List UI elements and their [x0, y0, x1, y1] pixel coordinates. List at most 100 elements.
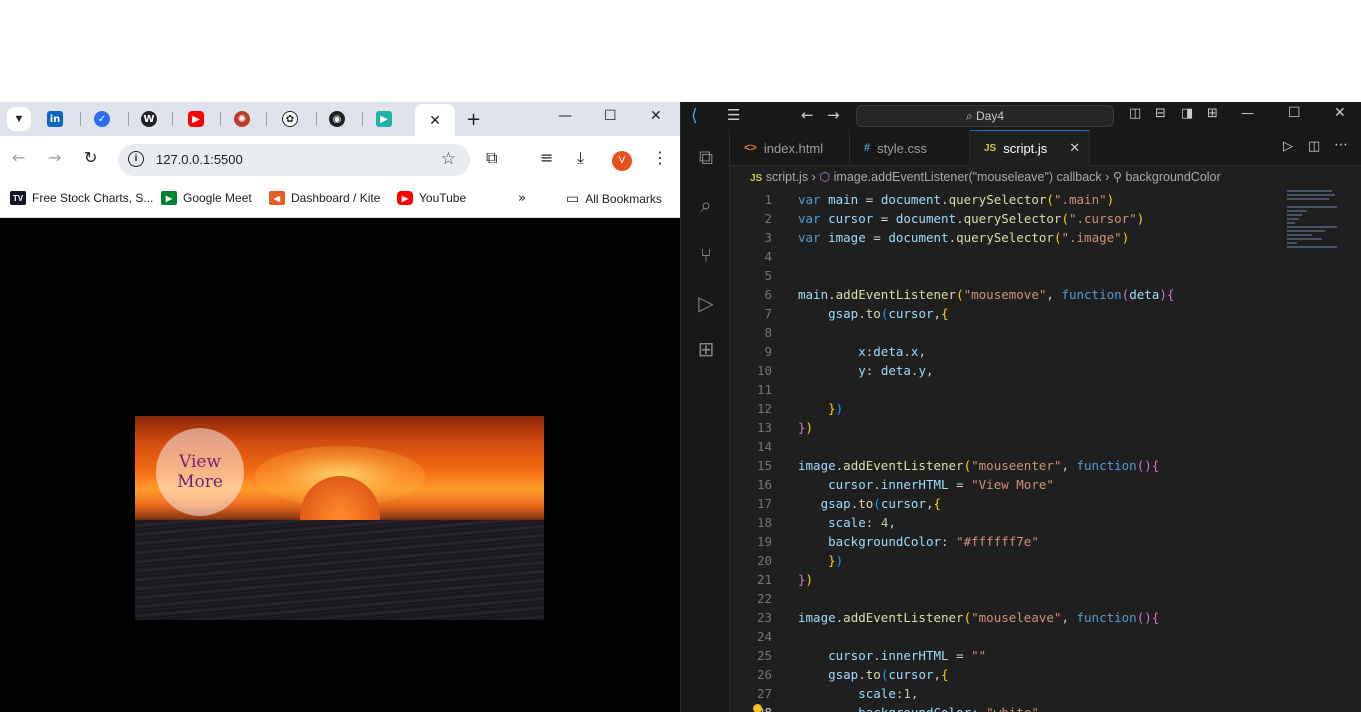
- close-window-button[interactable]: ✕: [650, 108, 662, 124]
- github-icon: ◉: [329, 111, 345, 127]
- tradingview-icon: TV: [10, 191, 26, 205]
- pinned-tab-2[interactable]: ✓: [94, 110, 110, 128]
- tab-separator: [362, 112, 363, 126]
- nav-forward-icon[interactable]: →: [827, 106, 840, 124]
- breadcrumb-file[interactable]: script.js: [766, 170, 808, 184]
- line-number: 18: [756, 515, 772, 530]
- media-controls-icon[interactable]: ≡: [540, 148, 553, 167]
- back-button[interactable]: ←: [12, 148, 25, 167]
- pinned-tab-chatgpt[interactable]: ✿: [282, 110, 298, 128]
- menu-hamburger-icon[interactable]: ☰: [727, 106, 740, 124]
- pinned-tab-linkedin[interactable]: in: [47, 110, 63, 128]
- tab-style-css[interactable]: # style.css: [850, 130, 970, 166]
- chatgpt-icon: ✿: [282, 111, 298, 127]
- pinned-tab-5[interactable]: ✺: [234, 110, 250, 128]
- line-number: 28: [730, 705, 772, 712]
- run-file-icon[interactable]: ▷: [1283, 139, 1293, 154]
- bookmark-item[interactable]: ◀ Dashboard / Kite: [269, 191, 380, 205]
- line-number: 7: [764, 306, 772, 321]
- line-number: 19: [756, 534, 772, 549]
- nav-back-icon[interactable]: ←: [801, 106, 814, 124]
- vscode-titlebar: ⟨ ☰ ← → ⌕ Day4 ◫ ⊟ ◨ ⊞ — ☐ ✕: [681, 102, 1361, 130]
- chevron-right-icon: ›: [811, 170, 816, 184]
- bookmark-item[interactable]: ▶ Google Meet: [161, 191, 252, 205]
- minimize-button[interactable]: —: [558, 108, 572, 124]
- line-number: 16: [756, 477, 772, 492]
- bookmark-item[interactable]: TV Free Stock Charts, S...: [10, 191, 153, 205]
- tab-label: script.js: [1003, 141, 1048, 156]
- code-editor[interactable]: 1 2 3 4 5 6 7 8 9 10 11 12 13 14 15 16 17 18 19 20 21 22 23 24 2…: [730, 188, 1361, 712]
- close-window-button[interactable]: ✕: [1334, 105, 1346, 121]
- toggle-sidebar-icon[interactable]: ◫: [1129, 106, 1141, 121]
- line-number: 21: [756, 572, 772, 587]
- forward-button[interactable]: →: [48, 148, 61, 167]
- site-info-icon[interactable]: i: [128, 151, 144, 167]
- tab-index-html[interactable]: <> index.html: [730, 130, 850, 166]
- custom-cursor: View More: [156, 428, 244, 516]
- toggle-panel-icon[interactable]: ⊟: [1155, 106, 1166, 121]
- line-number: 15: [756, 458, 772, 473]
- browser-window: ▼ in ✓ W ▶ ✺ ✿ ◉ ▶ ✕ + — ☐ ✕ ← → ↻ i 127…: [0, 102, 680, 712]
- code-line: gsap.to(cursor,{: [820, 496, 942, 511]
- bookmark-label: Google Meet: [183, 191, 252, 205]
- line-number: 9: [764, 344, 772, 359]
- menu-kebab-icon[interactable]: ⋮: [652, 148, 668, 167]
- close-tab-icon[interactable]: ✕: [429, 112, 441, 129]
- extensions-icon[interactable]: ⧉: [486, 148, 497, 168]
- explorer-icon[interactable]: ⧉: [693, 144, 719, 170]
- toggle-secondary-sidebar-icon[interactable]: ◨: [1181, 106, 1193, 121]
- pinned-tab-youtube[interactable]: ▶: [188, 110, 204, 128]
- emblem-icon: ✺: [234, 111, 250, 127]
- line-number: 8: [764, 325, 772, 340]
- tab-script-js[interactable]: JS script.js ✕: [970, 130, 1090, 166]
- bookmark-star-icon[interactable]: ☆: [441, 149, 456, 169]
- tab-search-button[interactable]: ▼: [7, 107, 31, 131]
- maximize-button[interactable]: ☐: [604, 108, 617, 124]
- lightbulb-icon[interactable]: [753, 704, 762, 712]
- search-icon[interactable]: ⌕: [693, 192, 719, 218]
- address-bar[interactable]: i 127.0.0.1:5500 ☆: [118, 144, 470, 176]
- source-control-icon[interactable]: ⑂: [693, 242, 719, 268]
- line-number: 24: [756, 629, 772, 644]
- all-bookmarks-button[interactable]: ▭ All Bookmarks: [566, 191, 662, 207]
- bookmark-item[interactable]: ▶ YouTube: [397, 191, 466, 205]
- active-tab[interactable]: ✕: [415, 104, 455, 136]
- pinned-tab-3[interactable]: W: [141, 110, 157, 128]
- url-text[interactable]: 127.0.0.1:5500: [156, 152, 243, 167]
- bookmark-label: YouTube: [419, 191, 467, 205]
- pinned-tab-play[interactable]: ▶: [376, 110, 392, 128]
- breadcrumb-scope[interactable]: image.addEventListener("mouseleave") cal…: [834, 170, 1102, 184]
- line-number: 26: [756, 667, 772, 682]
- meet-icon: ▶: [161, 191, 177, 205]
- line-number: 4: [764, 249, 772, 264]
- line-number: 11: [756, 382, 772, 397]
- more-actions-icon[interactable]: ⋯: [1334, 137, 1348, 153]
- close-tab-icon[interactable]: ✕: [1069, 141, 1080, 156]
- line-number: 2: [764, 211, 772, 226]
- sunset-image[interactable]: View More: [135, 416, 544, 620]
- new-tab-button[interactable]: +: [466, 109, 481, 130]
- sea: [135, 520, 544, 620]
- minimap[interactable]: [1287, 188, 1347, 258]
- tab-separator: [316, 112, 317, 126]
- minimize-button[interactable]: —: [1241, 106, 1254, 121]
- line-number: 20: [756, 553, 772, 568]
- code-line: }): [828, 553, 844, 568]
- run-debug-icon[interactable]: ▷: [693, 290, 719, 316]
- bookmarks-overflow-button[interactable]: »: [518, 191, 526, 206]
- command-center[interactable]: ⌕ Day4: [856, 105, 1114, 127]
- maximize-button[interactable]: ☐: [1288, 105, 1301, 121]
- wordpress-icon: W: [141, 111, 157, 127]
- downloads-icon[interactable]: ⤓: [577, 148, 584, 168]
- profile-avatar[interactable]: V: [612, 151, 632, 171]
- extensions-icon[interactable]: ⊞: [693, 336, 719, 362]
- reload-button[interactable]: ↻: [84, 148, 97, 167]
- pinned-tab-github[interactable]: ◉: [329, 110, 345, 128]
- folder-icon: ▭: [566, 191, 580, 207]
- breadcrumb-property[interactable]: backgroundColor: [1125, 170, 1220, 184]
- customize-layout-icon[interactable]: ⊞: [1207, 106, 1218, 121]
- split-editor-icon[interactable]: ◫: [1308, 139, 1320, 154]
- line-number: 14: [756, 439, 772, 454]
- code-line: var cursor = document.querySelector(".cu…: [798, 211, 1145, 226]
- code-line: backgroundColor: "#ffffff7e": [828, 534, 1039, 549]
